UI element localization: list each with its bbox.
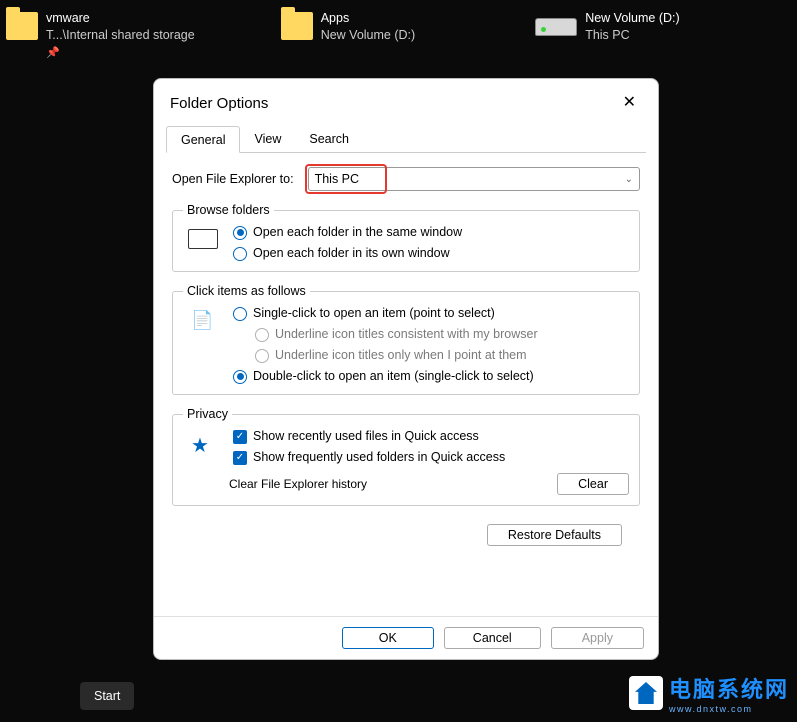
watermark-logo-icon	[629, 676, 663, 710]
clear-history-label: Clear File Explorer history	[229, 477, 367, 491]
check-frequent-folders[interactable]: ✓ Show frequently used folders in Quick …	[233, 450, 629, 465]
folder-icon	[281, 12, 313, 40]
open-explorer-label: Open File Explorer to:	[172, 172, 294, 186]
dialog-title: Folder Options	[170, 95, 268, 112]
open-explorer-dropdown[interactable]: This PC ⌄	[308, 167, 640, 191]
desktop-shortcut-vmware[interactable]: vmware T...\Internal shared storage 📌	[0, 10, 195, 61]
shortcut-name: vmware	[46, 10, 195, 27]
radio-icon	[233, 307, 247, 321]
click-legend: Click items as follows	[183, 284, 310, 298]
tab-view[interactable]: View	[240, 126, 295, 153]
restore-defaults-button[interactable]: Restore Defaults	[487, 524, 622, 546]
desktop-shortcut-new-volume[interactable]: New Volume (D:) This PC	[535, 10, 679, 61]
chevron-down-icon: ⌄	[625, 174, 633, 185]
radio-icon	[255, 349, 269, 363]
folder-options-dialog: Folder Options ✕ General View Search Ope…	[153, 78, 659, 660]
cancel-button[interactable]: Cancel	[444, 627, 541, 649]
browse-legend: Browse folders	[183, 203, 274, 217]
privacy-legend: Privacy	[183, 407, 232, 421]
radio-same-window[interactable]: Open each folder in the same window	[233, 225, 629, 240]
clear-button[interactable]: Clear	[557, 473, 629, 495]
radio-icon	[233, 370, 247, 384]
shortcut-path: T...\Internal shared storage	[46, 27, 195, 44]
apply-button[interactable]: Apply	[551, 627, 644, 649]
radio-double-click[interactable]: Double-click to open an item (single-cli…	[233, 369, 629, 384]
radio-own-window[interactable]: Open each folder in its own window	[233, 246, 629, 261]
click-items-group: Click items as follows Single-click to o…	[172, 284, 640, 395]
quick-access-icon	[191, 433, 215, 457]
window-icon	[188, 229, 218, 249]
check-recent-files[interactable]: ✓ Show recently used files in Quick acce…	[233, 429, 629, 444]
watermark-url: www.dnxtw.com	[669, 704, 789, 714]
drive-icon	[535, 18, 577, 36]
shortcut-name: Apps	[321, 10, 415, 27]
tab-search[interactable]: Search	[295, 126, 363, 153]
radio-icon	[233, 247, 247, 261]
start-button[interactable]: Start	[80, 682, 134, 710]
shortcut-path: This PC	[585, 27, 679, 44]
dropdown-value: This PC	[315, 172, 359, 186]
checkbox-icon: ✓	[233, 451, 247, 465]
radio-icon	[233, 226, 247, 240]
tabs: General View Search	[166, 125, 646, 153]
folder-icon	[6, 12, 38, 40]
radio-single-click[interactable]: Single-click to open an item (point to s…	[233, 306, 629, 321]
browse-folders-group: Browse folders Open each folder in the s…	[172, 203, 640, 272]
radio-icon	[255, 328, 269, 342]
radio-underline-point: Underline icon titles only when I point …	[255, 348, 629, 363]
cursor-icon	[191, 310, 215, 336]
watermark: 电脑系统网 www.dnxtw.com	[629, 672, 789, 714]
shortcut-name: New Volume (D:)	[585, 10, 679, 27]
tab-general[interactable]: General	[166, 126, 240, 153]
shortcut-path: New Volume (D:)	[321, 27, 415, 44]
desktop-shortcut-apps[interactable]: Apps New Volume (D:)	[275, 10, 415, 61]
privacy-group: Privacy ✓ Show recently used files in Qu…	[172, 407, 640, 506]
pin-icon: 📌	[46, 46, 195, 61]
watermark-title: 电脑系统网	[669, 672, 789, 704]
close-button[interactable]: ✕	[619, 91, 640, 115]
ok-button[interactable]: OK	[342, 627, 434, 649]
radio-underline-browser: Underline icon titles consistent with my…	[255, 327, 629, 342]
checkbox-icon: ✓	[233, 430, 247, 444]
